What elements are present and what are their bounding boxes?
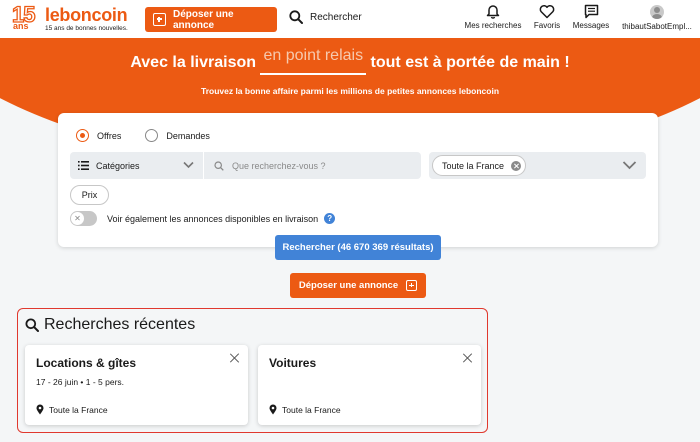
location-pin-icon [269,404,277,415]
location-chip[interactable]: Toute la France [432,155,527,176]
radio-offers[interactable] [76,129,89,142]
recent-search-location-label: Toute la France [49,404,108,415]
avatar-icon [650,5,664,19]
search-icon [289,10,303,24]
search-icon [214,160,224,171]
post-ad-label: Déposer une annonce [173,8,234,31]
banner-title-end: tout est à portée de main ! [370,54,570,71]
recent-searches-heading: Recherches récentes [25,316,195,334]
clear-location-icon[interactable] [511,160,522,171]
location-select[interactable]: Toute la France [429,152,646,179]
nav-label: thibautSabotEmpl... [622,22,692,31]
ad-type-selector: Offres Demandes [76,129,234,142]
post-ad-label: Déposer une annonce [298,280,399,291]
recent-search-detail: 17 - 26 juin • 1 - 5 pers. [36,377,125,387]
plus-square-icon [406,280,418,291]
chevron-down-icon[interactable] [622,160,637,170]
delivery-toggle-row: ✕ Voir également les annonces disponible… [70,211,336,226]
search-filters-row: Catégories Toute la France [70,152,646,179]
plus-square-icon [153,13,166,26]
recent-searches-title: Recherches récentes [44,316,196,333]
header-search-link[interactable]: Rechercher [289,10,362,24]
logo-tagline: 15 ans de bonnes nouvelles. [45,25,128,32]
location-pin-icon [36,404,44,415]
nav-favorites[interactable]: Favoris [530,4,564,30]
nav-my-searches[interactable]: Mes recherches [462,4,524,30]
list-icon [78,161,89,170]
nav-label: Messages [572,21,610,30]
post-ad-button-header[interactable]: Déposer une annonce [145,7,277,32]
banner-subtitle: Trouvez la bonne affaire parmi les milli… [200,86,500,96]
category-label: Catégories [96,160,140,171]
banner-highlight-text: en point relais [263,47,364,64]
nav-messages[interactable]: Messages [570,4,612,30]
recent-search-location-label: Toute la France [282,404,341,415]
location-chip-label: Toute la France [442,160,505,171]
help-icon[interactable]: ? [324,213,336,224]
close-icon[interactable] [228,352,240,364]
banner-title-highlight: en point relais [260,47,366,75]
search-icon [25,318,39,332]
header-search-label: Rechercher [310,11,362,23]
recent-search-card[interactable]: Locations & gîtes 17 - 26 juin • 1 - 5 p… [25,345,248,425]
heart-icon [539,5,555,19]
recent-searches-section: Recherches récentes Locations & gîtes 17… [17,308,488,433]
nav-label: Favoris [533,21,561,30]
radio-requests[interactable] [145,129,159,142]
nav-account[interactable]: thibautSabotEmpl... [617,4,697,31]
banner-title: Avec la livraison en point relais tout e… [0,47,700,75]
price-filter-button[interactable]: Prix [70,185,109,205]
recent-search-title: Locations & gîtes [36,356,137,370]
recent-search-title: Voitures [269,356,317,370]
search-submit-button[interactable]: Rechercher (46 670 369 résultats) [275,235,441,260]
radio-requests-label[interactable]: Demandes [166,131,210,141]
radio-offers-label[interactable]: Offres [97,131,121,141]
delivery-toggle[interactable]: ✕ [70,211,97,226]
bell-icon [486,5,500,19]
close-icon[interactable] [461,352,473,364]
banner-title-start: Avec la livraison [130,54,257,71]
recent-search-location: Toute la France [269,404,341,415]
message-icon [584,4,598,19]
nav-label: Mes recherches [464,21,522,30]
delivery-toggle-label: Voir également les annonces disponibles … [107,213,319,224]
recent-search-card[interactable]: Voitures Toute la France [258,345,481,425]
category-select[interactable]: Catégories [70,152,203,179]
search-input[interactable] [232,160,402,171]
query-field[interactable] [204,152,421,179]
logo-anniversary-ans: ans [13,21,29,31]
logo-brand: leboncoin [45,5,128,25]
top-header: 15 ans leboncoin 15 ans de bonnes nouvel… [0,0,700,38]
post-ad-button[interactable]: Déposer une annonce [290,273,426,298]
chevron-down-icon [183,161,194,169]
search-panel: Offres Demandes Catégories Toute la [58,113,658,247]
leboncoin-logo[interactable]: 15 ans leboncoin 15 ans de bonnes nouvel… [11,1,137,34]
recent-search-location: Toute la France [36,404,108,415]
toggle-off-icon: ✕ [71,212,84,225]
